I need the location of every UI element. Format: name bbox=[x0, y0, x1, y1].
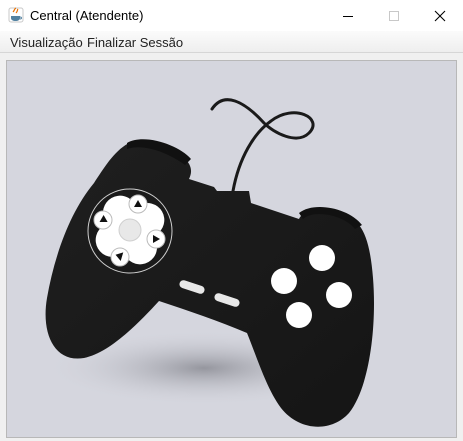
maximize-button[interactable] bbox=[371, 0, 417, 31]
java-coffee-icon bbox=[8, 7, 24, 23]
menu-visualizacao[interactable]: Visualização bbox=[10, 35, 83, 50]
window-title: Central (Atendente) bbox=[30, 8, 144, 23]
action-button-bottom bbox=[286, 302, 312, 328]
title-bar[interactable]: Central (Atendente) bbox=[0, 0, 463, 31]
action-button-top bbox=[309, 245, 335, 271]
content-panel bbox=[6, 60, 457, 438]
action-button-left bbox=[271, 268, 297, 294]
menu-bar: Visualização Finalizar Sessão bbox=[0, 31, 463, 53]
minimize-icon bbox=[343, 15, 353, 17]
maximize-icon bbox=[389, 10, 399, 21]
controller-cable bbox=[210, 98, 315, 193]
gamepad-controller-image bbox=[44, 98, 374, 427]
action-button-right bbox=[326, 282, 352, 308]
application-window: Central (Atendente) Visualização Finaliz… bbox=[0, 0, 463, 441]
close-button[interactable] bbox=[417, 0, 463, 31]
close-icon bbox=[434, 10, 446, 21]
minimize-button[interactable] bbox=[325, 0, 371, 31]
menu-finalizar-sessao[interactable]: Finalizar Sessão bbox=[87, 35, 183, 50]
